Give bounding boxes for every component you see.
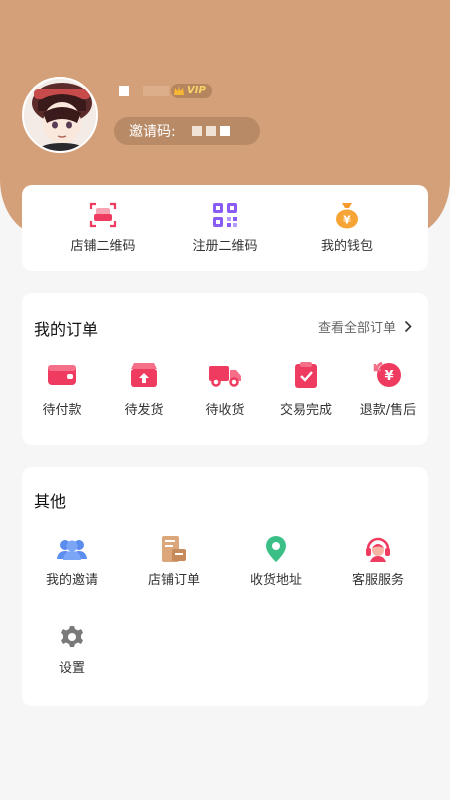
customer-service-label: 客服服务 [351,573,404,588]
money-bag-icon: ¥ [336,203,358,229]
ship-box-icon [131,363,157,387]
customer-service-button[interactable]: 客服服务 [328,535,428,588]
order-pending-shipment-label: 待发货 [124,403,164,418]
qr-code-icon [213,203,237,227]
shipping-address-button[interactable]: 收货地址 [226,535,326,588]
orders-title: 我的订单 [34,320,99,339]
other-title: 其他 [34,492,67,511]
invite-code-label: 邀请码: [129,124,176,140]
gear-icon [61,626,83,647]
user-name-row: VIP [119,84,212,98]
chevron-right-icon [404,320,412,333]
vip-label: VIP [187,85,206,96]
invite-code-pill[interactable]: 邀请码: [114,117,260,145]
store-orders-button[interactable]: 店铺订单 [124,535,224,588]
wallet-button[interactable]: ¥ 我的钱包 [297,201,397,254]
username-masked [119,86,129,96]
view-all-orders-label: 查看全部订单 [317,321,396,336]
quick-actions-card: 店铺二维码 注册二维码 ¥ 我的钱包 [22,185,428,271]
order-pending-payment-label: 待付款 [42,403,82,418]
settings-button[interactable]: 设置 [22,623,122,676]
location-pin-icon [266,536,286,562]
settings-label: 设置 [58,661,85,676]
svg-text:¥: ¥ [384,369,393,384]
store-qr-label: 店铺二维码 [70,239,136,254]
order-pending-receipt-label: 待收货 [205,403,245,418]
truck-icon [209,366,241,387]
users-icon [57,540,87,560]
order-completed-label: 交易完成 [279,403,332,418]
register-qr-label: 注册二维码 [192,239,258,254]
vip-badge: VIP [171,84,212,98]
wallet-icon [48,365,76,385]
store-qr-button[interactable]: 店铺二维码 [53,201,153,254]
order-refund[interactable]: ¥ 退款/售后 [338,361,438,418]
my-orders-card: 我的订单 查看全部订单 待付款 待发货 待收货 交易完成 ¥ 退款/售后 [22,293,428,445]
svg-text:¥: ¥ [343,214,351,227]
order-refund-label: 退款/售后 [359,403,417,418]
store-order-icon [162,536,186,562]
avatar[interactable] [22,77,98,153]
refund-icon: ¥ [373,361,401,387]
wallet-label: 我的钱包 [320,239,373,254]
invite-code-masked [191,126,230,136]
username-masked-2 [143,86,169,96]
other-services-card: 其他 我的邀请 店铺订单 收货地址 客服服务 设置 [22,467,428,706]
my-invitations-label: 我的邀请 [45,573,98,588]
view-all-orders-link[interactable]: 查看全部订单 [318,317,412,336]
crown-icon [174,86,184,95]
customer-service-icon [366,537,390,562]
store-orders-label: 店铺订单 [147,573,200,588]
register-qr-button[interactable]: 注册二维码 [175,201,275,254]
my-invitations-button[interactable]: 我的邀请 [22,535,122,588]
clipboard-check-icon [295,362,317,388]
store-qr-icon [89,202,117,228]
shipping-address-label: 收货地址 [249,573,302,588]
